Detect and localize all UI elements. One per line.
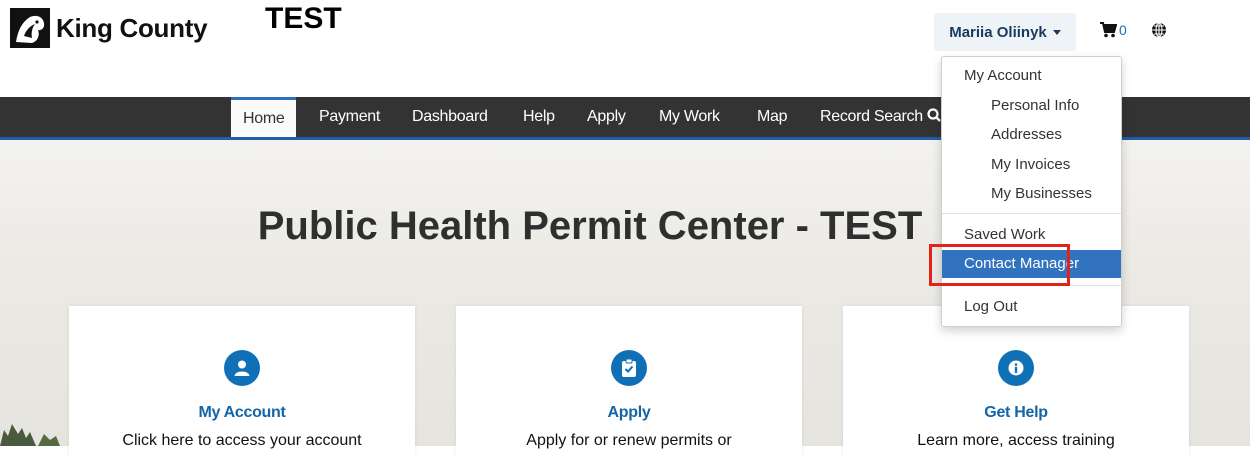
nav-home[interactable]: Home xyxy=(231,97,297,137)
menu-divider xyxy=(942,285,1121,286)
user-icon xyxy=(224,350,260,386)
menu-personal-info[interactable]: Personal Info xyxy=(942,97,1121,117)
menu-contact-manager[interactable]: Contact Manager xyxy=(942,250,1121,278)
user-dropdown-menu: My Account Personal Info Addresses My In… xyxy=(941,56,1122,327)
menu-addresses[interactable]: Addresses xyxy=(942,126,1121,146)
card-description: Apply for or renew permits or xyxy=(526,432,732,449)
background-tree xyxy=(0,424,60,446)
card-description: Learn more, access training xyxy=(917,432,1115,449)
menu-divider xyxy=(942,213,1121,214)
globe-icon xyxy=(1152,22,1166,38)
language-button[interactable] xyxy=(1151,22,1167,43)
nav-dashboard[interactable]: Dashboard xyxy=(412,97,488,137)
card-title: Get Help xyxy=(984,404,1048,421)
user-name: Mariia Oliinyk xyxy=(949,23,1047,41)
nav-map[interactable]: Map xyxy=(757,97,788,137)
caret-down-icon xyxy=(1052,29,1061,35)
info-icon xyxy=(998,350,1034,386)
menu-my-account[interactable]: My Account xyxy=(942,67,1121,87)
brand-name: King County xyxy=(56,12,208,43)
menu-saved-work[interactable]: Saved Work xyxy=(942,226,1121,246)
menu-my-invoices[interactable]: My Invoices xyxy=(942,156,1121,176)
environment-label: TEST xyxy=(265,2,342,35)
get-help-card[interactable]: Get Help Learn more, access training xyxy=(843,306,1189,456)
nav-my-work[interactable]: My Work xyxy=(659,97,720,137)
cart-icon xyxy=(1100,22,1117,38)
apply-card[interactable]: Apply Apply for or renew permits or xyxy=(456,306,802,456)
nav-apply[interactable]: Apply xyxy=(587,97,626,137)
clipboard-check-icon xyxy=(611,350,647,386)
nav-help[interactable]: Help xyxy=(523,97,555,137)
nav-payment[interactable]: Payment xyxy=(319,97,380,137)
user-menu-button[interactable]: Mariia Oliinyk xyxy=(934,13,1076,51)
menu-my-businesses[interactable]: My Businesses xyxy=(942,185,1121,205)
nav-record-search[interactable]: Record Search xyxy=(820,97,941,137)
king-county-logo-icon xyxy=(10,8,50,48)
search-icon xyxy=(927,108,941,122)
my-account-card[interactable]: My Account Click here to access your acc… xyxy=(69,306,415,456)
nav-record-search-label: Record Search xyxy=(820,108,923,125)
card-description: Click here to access your account xyxy=(122,432,362,449)
king-county-logo[interactable]: King County xyxy=(10,8,208,48)
card-title: Apply xyxy=(607,404,651,421)
card-title: My Account xyxy=(198,404,286,421)
menu-log-out[interactable]: Log Out xyxy=(942,298,1121,318)
cart-count: 0 xyxy=(1119,22,1127,38)
cart-button[interactable]: 0 xyxy=(1100,22,1127,38)
